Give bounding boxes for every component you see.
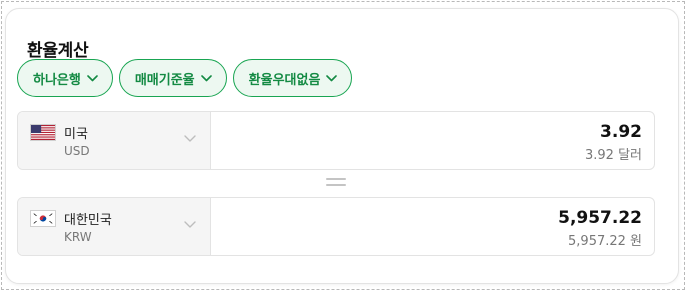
to-amount-value: 5,957.22 bbox=[558, 208, 642, 228]
chevron-down-icon bbox=[184, 221, 196, 228]
from-amount-value: 3.92 bbox=[600, 122, 642, 142]
rate-type-label: 매매기준율 bbox=[134, 72, 195, 88]
chevron-down-icon bbox=[87, 74, 98, 81]
preferential-rate-chip[interactable]: 환율우대없음 bbox=[232, 59, 353, 97]
to-currency-code: KRW bbox=[64, 230, 92, 244]
bank-select-label: 하나은행 bbox=[33, 72, 81, 88]
from-amount-text: 3.92 달러 bbox=[585, 148, 642, 163]
from-currency-code: USD bbox=[64, 144, 90, 158]
to-currency-row: 대한민국 KRW 5,957.22 5,957.22 원 bbox=[17, 197, 655, 256]
to-currency-name: 대한민국 bbox=[64, 213, 112, 228]
preferential-rate-label: 환율우대없음 bbox=[248, 72, 321, 88]
us-flag-icon bbox=[30, 124, 56, 141]
to-amount-text: 5,957.22 원 bbox=[568, 234, 642, 249]
bank-select-chip[interactable]: 하나은행 bbox=[17, 59, 113, 97]
rate-type-chip[interactable]: 매매기준율 bbox=[118, 59, 227, 97]
from-amount-input[interactable]: 3.92 3.92 달러 bbox=[212, 112, 654, 169]
from-currency-name: 미국 bbox=[64, 127, 88, 142]
chevron-down-icon bbox=[184, 135, 196, 142]
chevron-down-icon bbox=[326, 74, 338, 81]
kr-flag-icon bbox=[30, 210, 56, 227]
from-currency-row: 미국 USD 3.92 3.92 달러 bbox=[17, 111, 655, 170]
to-amount-input[interactable]: 5,957.22 5,957.22 원 bbox=[212, 198, 654, 255]
option-chips: 하나은행 매매기준율 환율우대없음 bbox=[17, 59, 353, 97]
calculator-title: 환율계산 bbox=[27, 41, 89, 61]
from-currency-select[interactable]: 미국 USD bbox=[18, 112, 211, 169]
to-currency-select[interactable]: 대한민국 KRW bbox=[18, 198, 211, 255]
chevron-down-icon bbox=[200, 74, 212, 81]
equals-icon bbox=[326, 178, 346, 187]
